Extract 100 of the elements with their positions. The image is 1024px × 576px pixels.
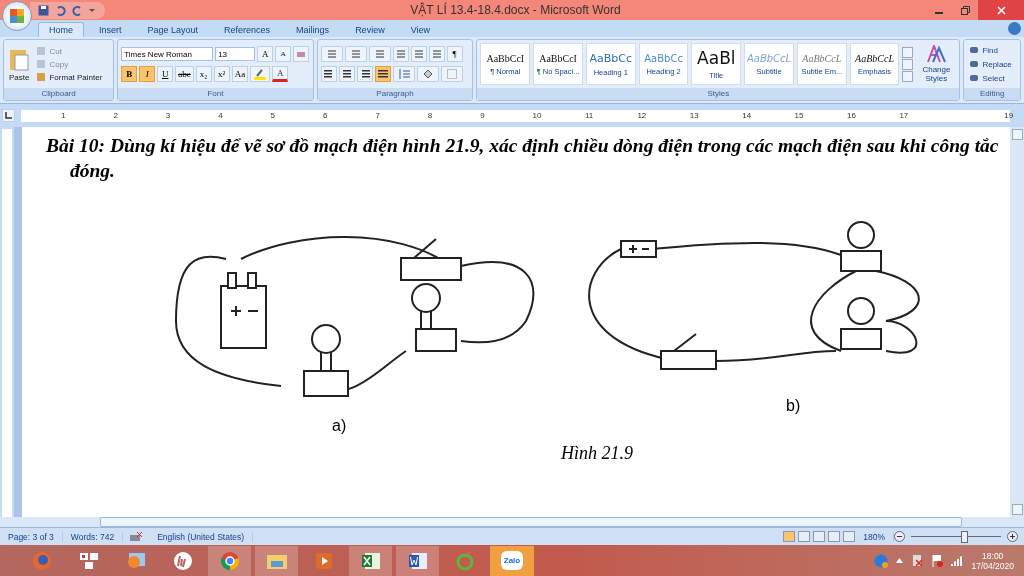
redo-button[interactable]: [72, 4, 83, 16]
ruler-number: 1: [61, 109, 66, 122]
clipboard-command[interactable]: Format Painter: [34, 72, 105, 82]
tab-selector-button[interactable]: [2, 109, 15, 122]
ribbon-tab[interactable]: Insert: [88, 22, 133, 37]
ruler-number: 15: [794, 109, 804, 122]
save-button[interactable]: [38, 4, 49, 16]
office-logo-icon: [9, 8, 25, 24]
redo-icon: [72, 4, 83, 16]
zoom-out-icon: [894, 531, 905, 542]
show-marks-button[interactable]: ¶: [446, 46, 463, 62]
customize-button[interactable]: [89, 7, 95, 13]
close-button[interactable]: [978, 0, 1024, 20]
ribbon-tab[interactable]: Home: [38, 22, 84, 37]
zoom-slider-thumb[interactable]: [961, 530, 969, 543]
style-sample: AaBbCcI: [539, 52, 577, 64]
ruler-number: 4: [218, 109, 223, 122]
chrome-icon: [219, 550, 240, 571]
format-button[interactable]: Aa: [231, 66, 249, 82]
photos-icon: [125, 551, 146, 570]
taskbar-app-button[interactable]: [349, 545, 392, 576]
group-label: Editing: [964, 88, 1020, 100]
format-button[interactable]: x₂: [195, 66, 212, 82]
ribbon-tab[interactable]: Page Layout: [136, 22, 210, 37]
undo-icon: [55, 4, 66, 16]
editing-command[interactable]: Find: [967, 45, 1014, 55]
ruler-number: 8: [427, 109, 433, 122]
undo-button[interactable]: [55, 4, 66, 16]
print-layout-icon: [783, 531, 796, 542]
paragraph-button[interactable]: [410, 46, 427, 62]
format-button[interactable]: abe: [175, 66, 194, 82]
restore-icon: [960, 5, 970, 15]
ruler-number: 16: [847, 109, 856, 122]
align-button[interactable]: [338, 66, 355, 82]
shading-button[interactable]: [416, 66, 439, 82]
taskbar-app-button[interactable]: [208, 545, 251, 576]
caret-icon: [89, 7, 95, 13]
ruler-number: 17: [899, 109, 909, 122]
style-sample: AaBbCcL: [746, 52, 792, 64]
word-count: Words: 742: [62, 531, 124, 542]
font-name-field[interactable]: Times New Roman: [121, 47, 214, 61]
scroll-up-button[interactable]: [1011, 129, 1023, 140]
ruler-number: 3: [165, 109, 171, 122]
style-sample: AaBbCc: [589, 51, 633, 65]
help-button[interactable]: [1008, 22, 1021, 35]
ruler-number: 13: [689, 109, 699, 122]
format-button[interactable]: x²: [213, 66, 230, 82]
taskbar-app-button[interactable]: [255, 545, 298, 576]
scroll-down-button[interactable]: [1011, 504, 1023, 515]
ribbon-tab[interactable]: Review: [344, 22, 396, 37]
ruler-number: 10: [532, 109, 542, 122]
proofing-icon: [129, 530, 144, 543]
gallery-more-button[interactable]: [902, 70, 914, 82]
align-icon: [359, 69, 370, 79]
format-button[interactable]: B: [121, 66, 138, 82]
align-icon: [341, 69, 352, 79]
clear-format-button[interactable]: [293, 46, 310, 62]
gallery-down-button[interactable]: [902, 58, 914, 70]
ribbon-tab[interactable]: References: [213, 22, 282, 37]
ruler-number: 5: [270, 109, 276, 122]
ribbon-tab[interactable]: View: [399, 22, 441, 37]
zoom-in-icon: [1007, 531, 1018, 542]
window-title: VẬT LÍ 13.4-18.4.docx - Microsoft Word: [409, 3, 622, 17]
align-button[interactable]: [374, 66, 391, 82]
ruler-number: 11: [585, 109, 594, 122]
editing-command[interactable]: Select: [967, 73, 1014, 83]
style-sample: AaBbCcL: [855, 52, 894, 64]
change-styles-button[interactable]: Change Styles: [916, 65, 957, 83]
font-color-button[interactable]: A: [272, 66, 289, 82]
font-size-field[interactable]: 13: [215, 47, 256, 61]
horizontal-scrollbar-thumb[interactable]: [100, 517, 962, 527]
format-button[interactable]: I: [139, 66, 156, 82]
style-sample: AaBbCc: [644, 52, 683, 64]
align-button[interactable]: [320, 66, 337, 82]
taskbar-app-button[interactable]: [396, 545, 439, 576]
line-spacing-icon: [397, 69, 410, 79]
grow-font-button[interactable]: A: [257, 46, 274, 62]
office-button[interactable]: [2, 1, 32, 31]
play-icon: [314, 551, 333, 570]
format-button[interactable]: U: [157, 66, 174, 82]
style-sample: AaBbCcL: [802, 52, 842, 64]
ruler-number: 12: [637, 109, 647, 122]
page-count: Page: 3 of 3: [0, 531, 63, 542]
editing-command[interactable]: Replace: [967, 59, 1014, 69]
document-icon: [407, 551, 428, 570]
chat-app-button[interactable]: Zalo: [490, 545, 534, 576]
style-sample: AaBl: [697, 48, 736, 68]
group-label: Styles: [477, 88, 960, 100]
ruler-number: 9: [480, 109, 485, 122]
vertical-scrollbar[interactable]: [1010, 127, 1024, 517]
paragraph-button[interactable]: [428, 46, 445, 62]
align-button[interactable]: [356, 66, 373, 82]
gallery-up-button[interactable]: [902, 46, 914, 58]
figure-label: a): [332, 417, 347, 434]
paste-button[interactable]: Paste: [7, 72, 32, 82]
ribbon-tab[interactable]: Mailings: [285, 22, 341, 37]
highlight-button[interactable]: [250, 66, 271, 82]
align-icon: [377, 69, 388, 79]
language-status[interactable]: English (United States): [149, 531, 254, 542]
align-icon: [323, 69, 334, 79]
